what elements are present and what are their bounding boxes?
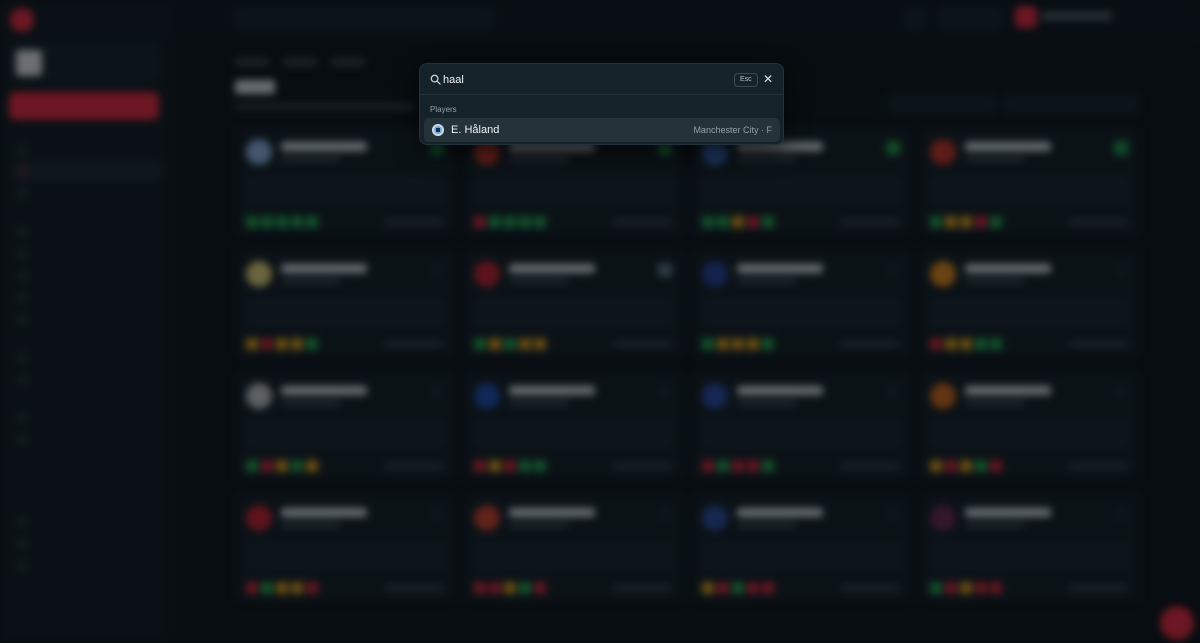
search-dialog: Esc ✕ Players E. Håland Manchester City … — [419, 63, 784, 145]
results-section-label: Players — [430, 105, 457, 114]
player-club-position: Manchester City · F — [693, 125, 772, 135]
esc-key-hint[interactable]: Esc — [734, 73, 758, 87]
search-dialog-header: Esc ✕ — [420, 64, 783, 95]
separator: · — [760, 125, 764, 135]
close-icon[interactable]: ✕ — [760, 71, 776, 87]
search-icon — [430, 74, 441, 85]
search-input[interactable] — [443, 71, 703, 89]
player-club: Manchester City — [693, 125, 759, 135]
app: Esc ✕ Players E. Håland Manchester City … — [0, 0, 1200, 643]
search-result-item[interactable]: E. Håland Manchester City · F — [424, 118, 780, 142]
player-position: F — [766, 125, 773, 135]
club-crest-icon — [432, 124, 444, 136]
player-name: E. Håland — [451, 124, 500, 136]
